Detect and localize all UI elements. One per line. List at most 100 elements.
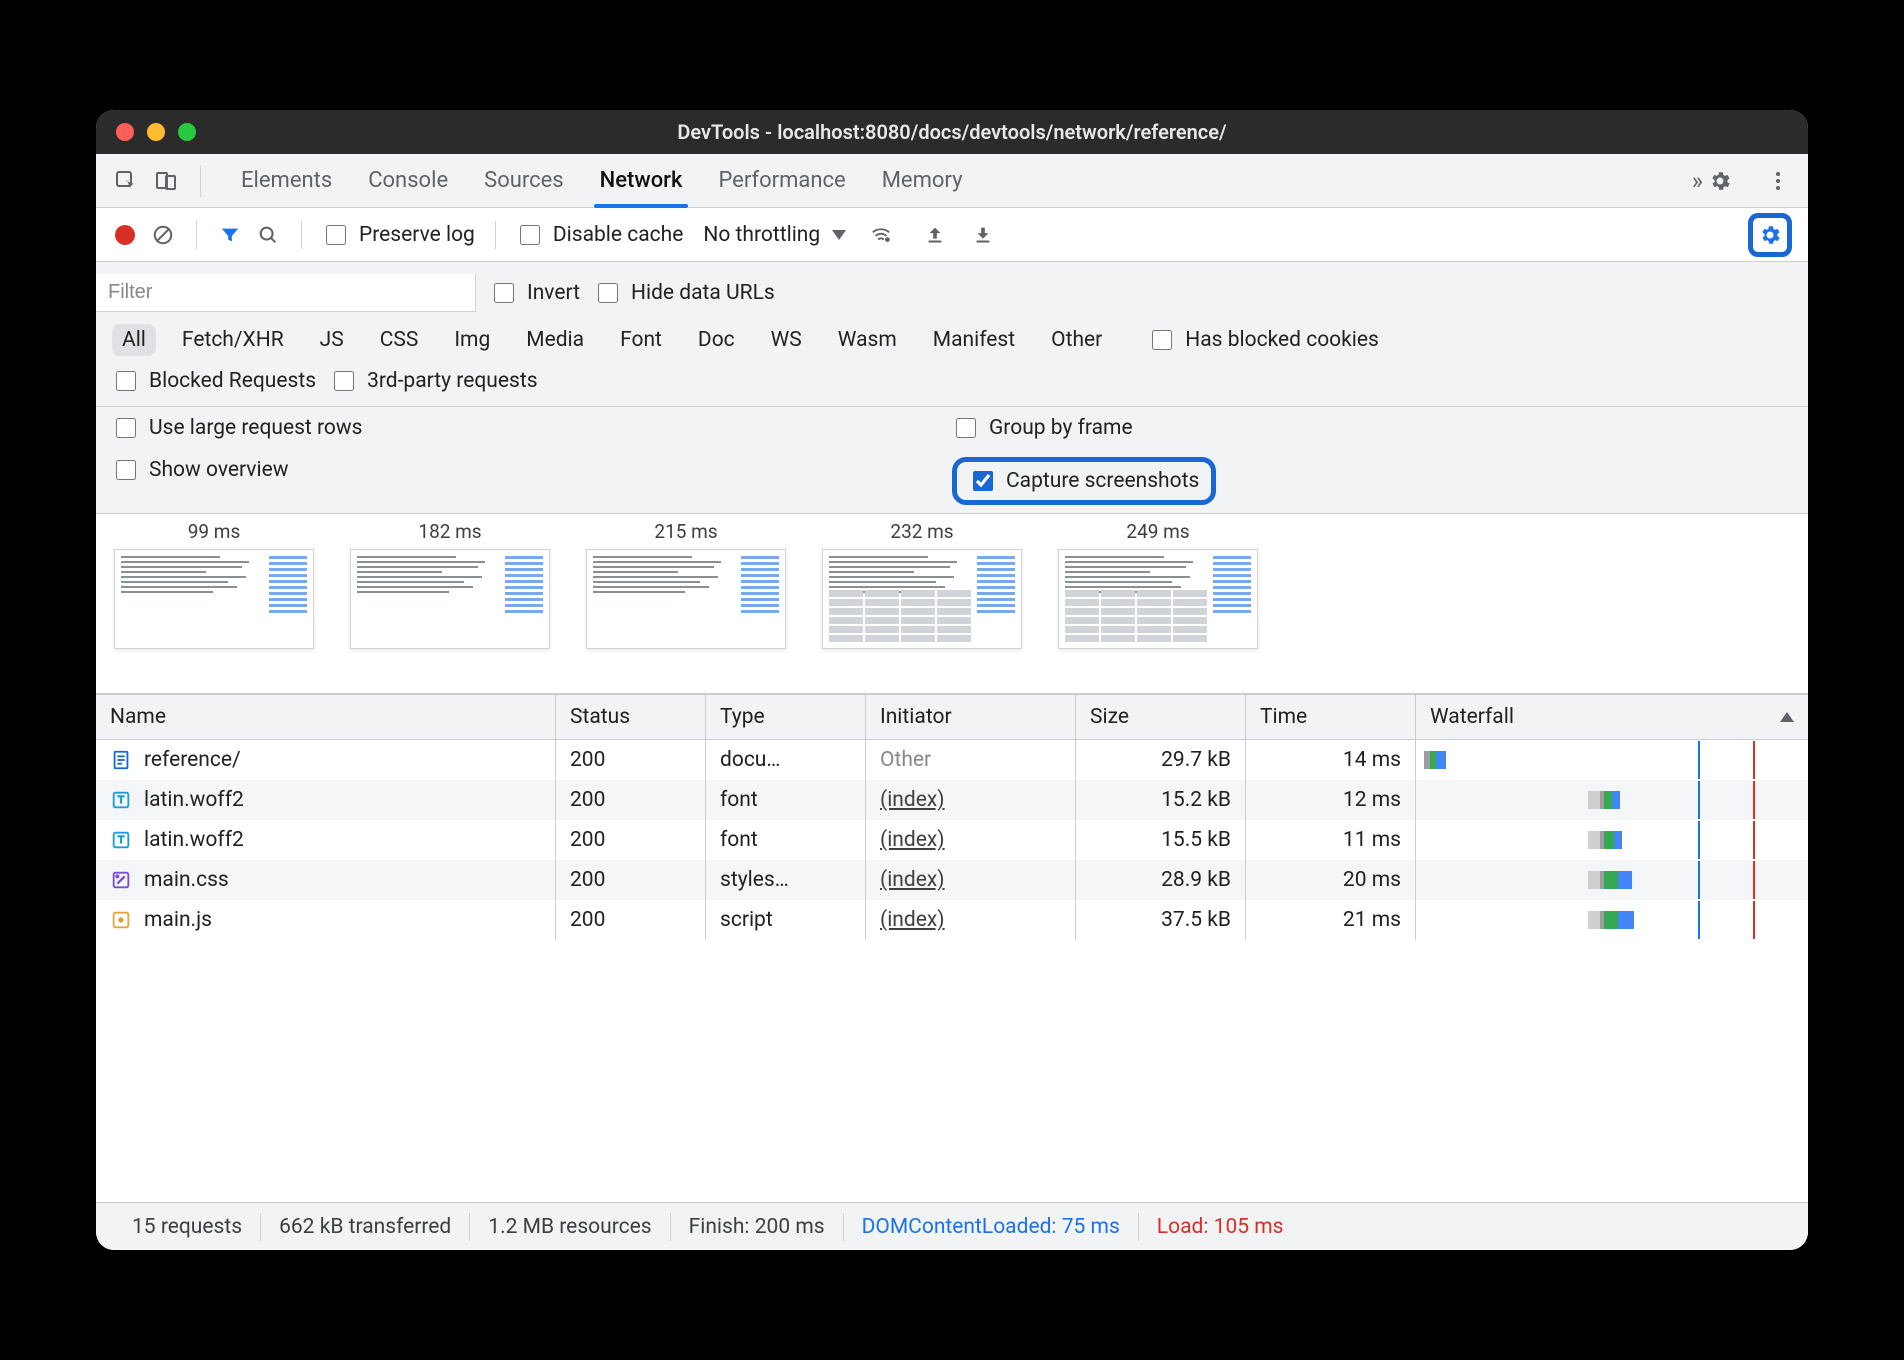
filmstrip-frame[interactable]: 182 ms (340, 520, 560, 649)
tab-console[interactable]: Console (368, 154, 448, 207)
kebab-menu-icon[interactable] (1762, 165, 1794, 197)
type-filter-wasm[interactable]: Wasm (828, 324, 907, 356)
minimize-window-button[interactable] (147, 123, 165, 141)
filter-icon[interactable] (217, 222, 243, 248)
blocked-requests-checkbox[interactable]: Blocked Requests (112, 368, 316, 394)
table-row[interactable]: latin.woff2200font(index)15.5 kB11 ms (96, 820, 1808, 860)
cell-initiator[interactable]: (index) (866, 860, 1076, 900)
type-filter-font[interactable]: Font (610, 324, 672, 356)
close-window-button[interactable] (116, 123, 134, 141)
invert-label: Invert (527, 281, 580, 305)
cell-size: 37.5 kB (1076, 900, 1246, 940)
device-toolbar-icon[interactable] (150, 165, 182, 197)
cell-time: 21 ms (1246, 900, 1416, 940)
divider (301, 221, 302, 249)
search-icon[interactable] (255, 222, 281, 248)
hide-data-urls-checkbox[interactable]: Hide data URLs (594, 280, 775, 306)
preserve-log-checkbox[interactable]: Preserve log (322, 222, 475, 248)
show-overview-checkbox[interactable]: Show overview (112, 457, 952, 483)
group-by-frame-label: Group by frame (989, 416, 1133, 440)
filmstrip-thumb (350, 549, 550, 649)
cell-initiator[interactable]: (index) (866, 780, 1076, 820)
network-settings-gear-highlighted[interactable] (1748, 213, 1792, 257)
font-file-icon (110, 789, 132, 811)
cell-waterfall (1416, 821, 1808, 859)
type-filter-css[interactable]: CSS (370, 324, 429, 356)
style-file-icon (110, 869, 132, 891)
filmstrip-thumb (586, 549, 786, 649)
invert-checkbox[interactable]: Invert (490, 280, 580, 306)
filter-bar: Invert Hide data URLs All Fetch/XHR JS CSS I… (96, 262, 1808, 407)
third-party-checkbox[interactable]: 3rd-party requests (330, 368, 537, 394)
filmstrip-thumb (114, 549, 314, 649)
table-row[interactable]: main.css200styles…(index)28.9 kB20 ms (96, 860, 1808, 900)
filmstrip-frame[interactable]: 99 ms (104, 520, 324, 649)
group-by-frame-checkbox[interactable]: Group by frame (952, 415, 1792, 441)
table-row[interactable]: reference/200docu…Other29.7 kB14 ms (96, 740, 1808, 780)
settings-gear-icon[interactable] (1704, 165, 1736, 197)
cell-type: font (706, 780, 866, 820)
tab-network[interactable]: Network (600, 154, 683, 207)
filmstrip-timestamp: 249 ms (1126, 520, 1189, 543)
column-type[interactable]: Type (706, 695, 866, 739)
type-filter-ws[interactable]: WS (761, 324, 812, 356)
has-blocked-cookies-label: Has blocked cookies (1185, 328, 1379, 352)
capture-screenshots-label: Capture screenshots (1006, 469, 1199, 493)
type-filter-img[interactable]: Img (444, 324, 500, 356)
column-initiator[interactable]: Initiator (866, 695, 1076, 739)
tab-elements[interactable]: Elements (241, 154, 332, 207)
type-filter-manifest[interactable]: Manifest (923, 324, 1025, 356)
cell-size: 29.7 kB (1076, 740, 1246, 780)
type-filter-js[interactable]: JS (310, 324, 354, 356)
cell-name: reference/ (96, 740, 556, 780)
column-size[interactable]: Size (1076, 695, 1246, 739)
column-status[interactable]: Status (556, 695, 706, 739)
filmstrip-timestamp: 99 ms (188, 520, 241, 543)
has-blocked-cookies-checkbox[interactable]: Has blocked cookies (1148, 327, 1379, 353)
status-transferred: 662 kB transferred (261, 1215, 469, 1239)
tab-memory[interactable]: Memory (882, 154, 963, 207)
type-filter-all[interactable]: All (112, 324, 156, 356)
tab-sources[interactable]: Sources (484, 154, 564, 207)
type-filter-media[interactable]: Media (516, 324, 594, 356)
script-file-icon (110, 909, 132, 931)
column-name[interactable]: Name (96, 695, 556, 739)
column-time[interactable]: Time (1246, 695, 1416, 739)
large-rows-checkbox[interactable]: Use large request rows (112, 415, 952, 441)
tab-performance[interactable]: Performance (718, 154, 845, 207)
more-tabs-icon[interactable]: » (1692, 167, 1696, 195)
column-waterfall[interactable]: Waterfall (1416, 695, 1808, 739)
cell-status: 200 (556, 740, 706, 780)
cell-initiator[interactable]: (index) (866, 820, 1076, 860)
throttling-select[interactable]: No throttling (703, 223, 846, 247)
show-overview-label: Show overview (149, 458, 289, 482)
filmstrip-frame[interactable]: 215 ms (576, 520, 796, 649)
filmstrip-thumb (1058, 549, 1258, 649)
capture-screenshots-checkbox-highlighted[interactable]: Capture screenshots (952, 457, 1216, 505)
filmstrip-frame[interactable]: 249 ms (1048, 520, 1268, 649)
type-filter-other[interactable]: Other (1041, 324, 1112, 356)
maximize-window-button[interactable] (178, 123, 196, 141)
table-row[interactable]: latin.woff2200font(index)15.2 kB12 ms (96, 780, 1808, 820)
filmstrip-frame[interactable]: 232 ms (812, 520, 1032, 649)
cell-initiator[interactable]: (index) (866, 900, 1076, 940)
cell-time: 20 ms (1246, 860, 1416, 900)
cell-name: latin.woff2 (96, 820, 556, 860)
network-conditions-icon[interactable] (868, 222, 894, 248)
disable-cache-checkbox[interactable]: Disable cache (516, 222, 684, 248)
type-filter-fetch-xhr[interactable]: Fetch/XHR (172, 324, 294, 356)
inspect-element-icon[interactable] (110, 165, 142, 197)
filmstrip-thumb (822, 549, 1022, 649)
clear-icon[interactable] (150, 222, 176, 248)
record-button[interactable] (112, 222, 138, 248)
upload-har-icon[interactable] (922, 222, 948, 248)
status-bar: 15 requests 662 kB transferred 1.2 MB re… (96, 1202, 1808, 1250)
filmstrip-timestamp: 215 ms (654, 520, 717, 543)
table-row[interactable]: main.js200script(index)37.5 kB21 ms (96, 900, 1808, 940)
table-body: reference/200docu…Other29.7 kB14 mslatin… (96, 740, 1808, 940)
filter-input[interactable] (96, 274, 476, 312)
download-har-icon[interactable] (970, 222, 996, 248)
cell-initiator: Other (866, 740, 1076, 780)
type-filter-doc[interactable]: Doc (688, 324, 745, 356)
cell-status: 200 (556, 780, 706, 820)
